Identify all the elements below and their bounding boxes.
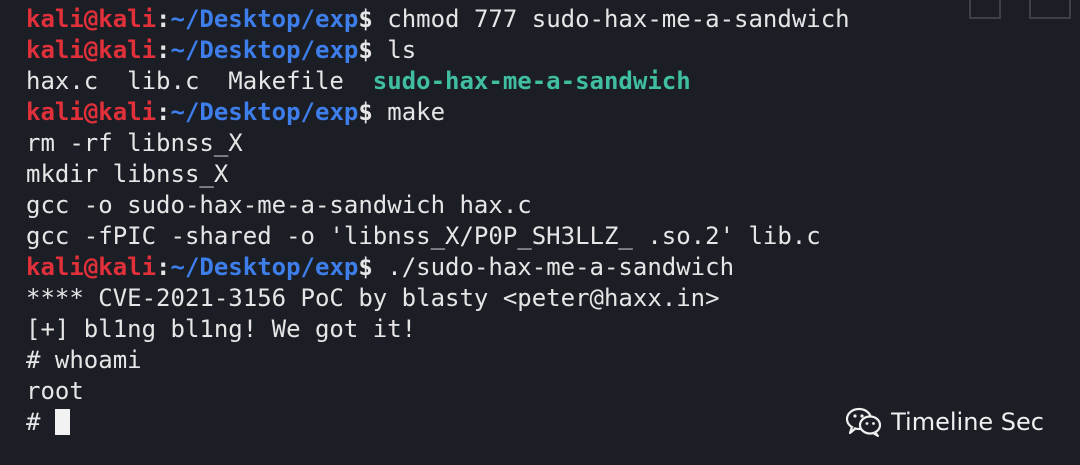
prompt-user: kali@kali <box>26 36 157 64</box>
output-text: gcc -fPIC -shared -o 'libnss_X/P0P_SH3LL… <box>26 222 821 250</box>
output-line: gcc -fPIC -shared -o 'libnss_X/P0P_SH3LL… <box>26 221 1080 252</box>
prompt-symbol: $ <box>358 36 373 64</box>
background-decoration <box>969 0 1071 19</box>
output-line: # whoami <box>26 345 1080 376</box>
output-line: [+] bl1ng bl1ng! We got it! <box>26 314 1080 345</box>
output-line: gcc -o sudo-hax-me-a-sandwich hax.c <box>26 190 1080 221</box>
output-line: rm -rf libnss_X <box>26 128 1080 159</box>
prompt-separator: : <box>156 36 171 64</box>
prompt-user: kali@kali <box>26 253 157 281</box>
command-text: ./sudo-hax-me-a-sandwich <box>372 253 735 281</box>
executable-file: sudo-hax-me-a-sandwich <box>372 67 691 95</box>
watermark-text: Timeline Sec <box>891 408 1044 436</box>
output-text: root <box>26 377 84 405</box>
prompt-path: ~/Desktop/exp <box>170 5 359 33</box>
prompt-symbol: $ <box>358 5 373 33</box>
prompt-symbol: $ <box>358 98 373 126</box>
output-text: [+] bl1ng bl1ng! We got it! <box>26 315 417 343</box>
command-text: make <box>372 98 446 126</box>
output-line: **** CVE-2021-3156 PoC by blasty <peter@… <box>26 283 1080 314</box>
text-cursor <box>54 409 70 435</box>
prompt-separator: : <box>156 98 171 126</box>
prompt-line: kali@kali:~/Desktop/exp$ ls <box>26 35 1080 66</box>
prompt-line: kali@kali:~/Desktop/exp$ chmod 777 sudo-… <box>26 4 1080 35</box>
prompt-path: ~/Desktop/exp <box>170 253 359 281</box>
output-text: **** CVE-2021-3156 PoC by blasty <peter@… <box>26 284 720 312</box>
prompt-path: ~/Desktop/exp <box>170 36 359 64</box>
prompt-user: kali@kali <box>26 98 157 126</box>
terminal-output: kali@kali:~/Desktop/exp$ chmod 777 sudo-… <box>26 4 1080 438</box>
prompt-line: kali@kali:~/Desktop/exp$ make <box>26 97 1080 128</box>
output-text: gcc -o sudo-hax-me-a-sandwich hax.c <box>26 191 532 219</box>
output-text: rm -rf libnss_X <box>26 129 243 157</box>
watermark: Timeline Sec <box>845 407 1044 437</box>
prompt-separator: : <box>156 253 171 281</box>
output-text: # whoami <box>26 346 142 374</box>
output-text: mkdir libnss_X <box>26 160 229 188</box>
output-line: mkdir libnss_X <box>26 159 1080 190</box>
prompt-user: kali@kali <box>26 5 157 33</box>
wechat-icon <box>846 407 882 437</box>
terminal-window[interactable]: kali@kali:~/Desktop/exp$ chmod 777 sudo-… <box>0 0 1080 465</box>
prompt-path: ~/Desktop/exp <box>170 98 359 126</box>
prompt-line: kali@kali:~/Desktop/exp$ ./sudo-hax-me-a… <box>26 252 1080 283</box>
root-prompt: # <box>26 408 55 436</box>
prompt-symbol: $ <box>358 253 373 281</box>
prompt-separator: : <box>156 5 171 33</box>
file-list: hax.c lib.c Makefile <box>26 67 373 95</box>
command-text: ls <box>372 36 417 64</box>
ls-output-line: hax.c lib.c Makefile sudo-hax-me-a-sandw… <box>26 66 1080 97</box>
output-line: root <box>26 376 1080 407</box>
command-text: chmod 777 sudo-hax-me-a-sandwich <box>372 5 850 33</box>
